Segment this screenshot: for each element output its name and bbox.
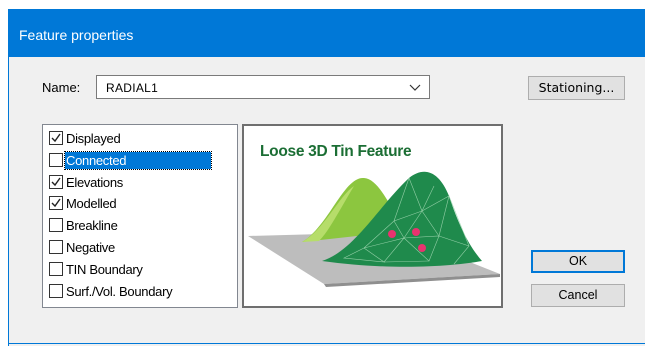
property-item[interactable]: Connected (47, 150, 235, 172)
property-label: Negative (66, 240, 115, 255)
property-label: Modelled (66, 196, 117, 212)
checkmark-icon (51, 177, 61, 186)
title-bar[interactable]: Feature properties (9, 9, 645, 57)
property-label: TIN Boundary (66, 261, 143, 277)
dialog-bottom-border (9, 343, 645, 344)
checkbox-checked[interactable] (49, 196, 63, 211)
property-label: Elevations (66, 174, 123, 190)
checkbox-checked[interactable] (49, 131, 63, 145)
name-dropdown-value: RADIAL1 (106, 81, 159, 95)
dialog-title: Feature properties (19, 27, 134, 43)
checkbox-checked[interactable] (49, 174, 63, 189)
checkmark-icon (51, 198, 61, 208)
properties-checklist[interactable]: Displayed Connected Elevations Modelled Brea… (42, 124, 238, 308)
ok-button[interactable]: OK (531, 250, 625, 273)
property-item[interactable]: Breakline (47, 215, 235, 237)
property-item[interactable]: Modelled (47, 193, 235, 215)
property-item[interactable]: Displayed (47, 128, 235, 150)
checkmark-icon (51, 133, 61, 143)
stationing-button[interactable]: Stationing... (528, 76, 625, 100)
property-label: Displayed (66, 131, 121, 146)
property-item[interactable]: Surf./Vol. Boundary (47, 281, 235, 303)
property-label: Surf./Vol. Boundary (66, 283, 173, 299)
property-label: Connected (64, 150, 212, 170)
name-dropdown[interactable]: RADIAL1 (96, 75, 430, 99)
feature-preview-panel: Loose 3D Tin Feature (242, 124, 503, 308)
property-item[interactable]: Negative (47, 237, 235, 259)
property-label: Breakline (66, 218, 118, 234)
tin-point (388, 230, 396, 238)
cancel-button[interactable]: Cancel (531, 284, 625, 307)
checkbox-unchecked[interactable] (49, 240, 63, 254)
name-label: Name: (42, 80, 81, 95)
chevron-down-icon[interactable] (407, 79, 423, 95)
property-item[interactable]: Elevations (47, 172, 235, 194)
tin-point (418, 244, 426, 252)
checkbox-unchecked[interactable] (49, 283, 63, 298)
property-item[interactable]: TIN Boundary (47, 259, 235, 281)
checkbox-unchecked[interactable] (49, 261, 63, 276)
tin-point (412, 228, 420, 236)
preview-title: Loose 3D Tin Feature (260, 143, 412, 160)
checkbox-unchecked[interactable] (49, 152, 63, 167)
checkbox-unchecked[interactable] (49, 218, 63, 233)
